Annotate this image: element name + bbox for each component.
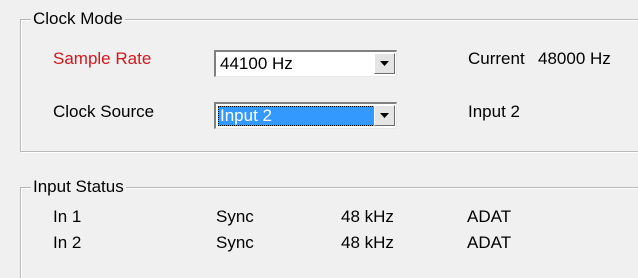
clock-source-status: Input 2 [468, 102, 520, 121]
input-name: In 1 [53, 207, 82, 226]
clock-source-dropdown[interactable]: Input 2 [214, 102, 397, 129]
clock-source-label: Clock Source [53, 102, 155, 121]
input-rate: 48 kHz [341, 207, 394, 226]
clock-source-value: Input 2 [218, 106, 377, 126]
input-rate: 48 kHz [341, 233, 394, 252]
clock-mode-group: Clock Mode [20, 9, 638, 152]
clock-mode-title: Clock Mode [31, 9, 125, 29]
sample-rate-dropdown-button[interactable] [374, 53, 395, 74]
current-label: Current [468, 49, 525, 68]
input-status-group: Input Status [20, 177, 638, 278]
sample-rate-label: Sample Rate [53, 49, 152, 68]
input-name: In 2 [53, 233, 82, 252]
input-sync-status: Sync [216, 233, 254, 252]
clock-source-dropdown-button[interactable] [374, 105, 395, 126]
input-status-title: Input Status [31, 177, 126, 197]
sample-rate-dropdown[interactable]: 44100 Hz [214, 50, 397, 77]
chevron-down-icon [380, 113, 389, 118]
input-format: ADAT [467, 207, 512, 226]
sample-rate-value: 44100 Hz [220, 54, 293, 73]
input-format: ADAT [467, 233, 512, 252]
current-sample-rate-value: 48000 Hz [538, 49, 611, 68]
input-sync-status: Sync [216, 207, 254, 226]
chevron-down-icon [380, 61, 389, 66]
